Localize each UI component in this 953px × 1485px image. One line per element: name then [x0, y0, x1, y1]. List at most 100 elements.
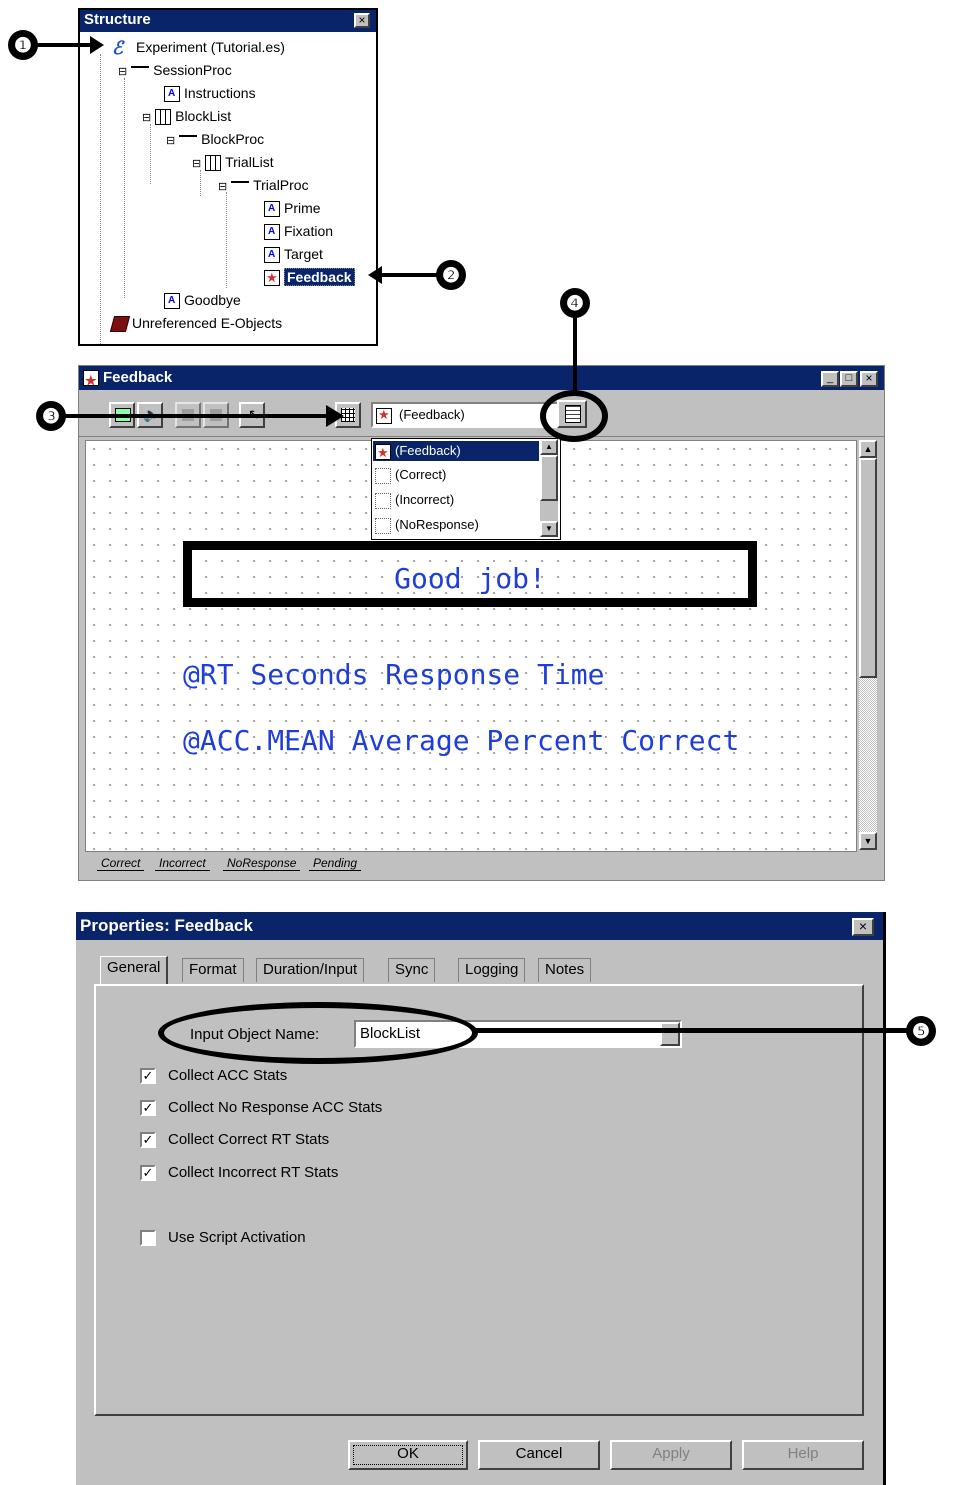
arrowhead-icon: [90, 36, 104, 54]
state-select-value: (Feedback): [399, 407, 465, 422]
tree-item-blocklist[interactable]: ⊟ BlockList: [142, 107, 231, 127]
tab-correct[interactable]: Correct: [97, 856, 145, 871]
structure-close-button[interactable]: ×: [354, 13, 370, 28]
tab-format[interactable]: Format: [182, 958, 244, 982]
tab-label: Format: [189, 961, 237, 978]
tab-label: Notes: [545, 961, 585, 978]
feedback-titlebar: Feedback: [79, 366, 884, 393]
help-button[interactable]: Help: [742, 1440, 864, 1470]
checkbox-use-script-activation[interactable]: [140, 1230, 156, 1246]
scroll-down-button[interactable]: ▼: [859, 832, 877, 850]
tab-pending[interactable]: Pending: [309, 856, 362, 871]
tab-notes[interactable]: Notes: [538, 958, 592, 982]
state-tabs: Correct Incorrect NoResponse Pending: [83, 852, 863, 876]
tree-label: TrialList: [225, 154, 274, 170]
tree-item-experiment[interactable]: ℰ Experiment (Tutorial.es): [112, 38, 285, 57]
tab-sync[interactable]: Sync: [388, 958, 436, 982]
list-icon: [155, 109, 172, 126]
checkbox-label[interactable]: Collect No Response ACC Stats: [168, 1099, 382, 1116]
tree-item-fixation[interactable]: Fixation: [264, 222, 333, 241]
checkbox-collect-correct-rt[interactable]: ✓: [140, 1132, 156, 1148]
tree-item-triallist[interactable]: ⊟ TrialList: [192, 153, 274, 173]
callout-arrow-2: [380, 273, 438, 277]
close-icon: ×: [865, 371, 873, 385]
tree-item-sessionproc[interactable]: ⊟ SessionProc: [118, 61, 232, 81]
close-button[interactable]: ×: [860, 371, 878, 387]
up-arrow-icon: ▲: [863, 444, 873, 454]
button-label: OK: [397, 1445, 419, 1462]
checkmark-icon: ✓: [142, 1068, 154, 1083]
tree-item-trialproc[interactable]: ⊟ TrialProc: [218, 176, 309, 196]
checkbox-label[interactable]: Collect ACC Stats: [168, 1067, 287, 1084]
dropdown-scrollbar[interactable]: ▲ ▼: [540, 439, 558, 537]
tree-label: Prime: [284, 200, 321, 216]
textdisplay-icon: [264, 247, 280, 264]
callout-marker-5: ❺: [906, 1016, 936, 1046]
checkbox-collect-noresp-acc[interactable]: ✓: [140, 1100, 156, 1116]
properties-title: Properties: Feedback: [80, 916, 253, 935]
feedback-title: Feedback: [103, 369, 173, 386]
textdisplay-icon: [164, 293, 180, 310]
tree-item-blockproc[interactable]: ⊟ BlockProc: [166, 130, 264, 150]
checkbox-collect-acc[interactable]: ✓: [140, 1068, 156, 1084]
dropdown-option[interactable]: (Incorrect): [373, 490, 539, 510]
dropdown-option[interactable]: (Feedback): [373, 441, 539, 463]
tab-logging[interactable]: Logging: [458, 958, 526, 982]
callout-ellipse-5: [158, 1002, 478, 1064]
tree-item-unreferenced[interactable]: Unreferenced E-Objects: [109, 314, 282, 333]
ok-button[interactable]: OK: [348, 1440, 468, 1470]
tree-item-target[interactable]: Target: [264, 245, 323, 264]
tree-item-feedback[interactable]: Feedback: [264, 268, 355, 287]
slide-state-icon: [375, 517, 391, 534]
tab-noresponse[interactable]: NoResponse: [223, 856, 301, 871]
checkbox-label[interactable]: Collect Incorrect RT Stats: [168, 1164, 338, 1181]
tree-item-instructions[interactable]: Instructions: [164, 84, 256, 103]
dropdown-option[interactable]: (NoResponse): [373, 515, 539, 535]
checkbox-collect-incorrect-rt[interactable]: ✓: [140, 1165, 156, 1181]
dropdown-option-label: (Correct): [395, 467, 447, 482]
structure-title: Structure: [84, 11, 151, 28]
close-icon: ×: [358, 13, 366, 27]
procedure-icon: [179, 135, 198, 145]
tab-label: Sync: [395, 961, 429, 978]
callout-line-5: [474, 1028, 908, 1033]
briefcase-icon: [109, 316, 131, 333]
scroll-down-button[interactable]: ▼: [540, 521, 558, 537]
scroll-up-button[interactable]: ▲: [540, 439, 558, 455]
tab-label: Logging: [465, 961, 519, 978]
properties-close-button[interactable]: ×: [852, 918, 874, 936]
checkbox-label[interactable]: Use Script Activation: [168, 1229, 306, 1246]
structure-titlebar: Structure: [80, 10, 376, 32]
button-label: Cancel: [515, 1445, 563, 1462]
apply-button[interactable]: Apply: [610, 1440, 732, 1470]
tree-item-goodbye[interactable]: Goodbye: [164, 291, 241, 310]
dropdown-option[interactable]: (Correct): [373, 465, 539, 485]
callout-marker-1: ❶: [8, 30, 38, 60]
dropdown-option-label: (Incorrect): [395, 492, 455, 507]
vertical-scrollbar[interactable]: ▲ ▼: [859, 440, 877, 850]
tree-label: SessionProc: [153, 62, 232, 78]
tree-label: Goodbye: [184, 292, 241, 308]
acc-text[interactable]: @ACC.MEAN Average Percent Correct: [183, 724, 739, 757]
scroll-up-button[interactable]: ▲: [859, 440, 877, 458]
good-job-textbox[interactable]: Good job!: [183, 541, 757, 607]
dropdown-button[interactable]: [660, 1022, 680, 1046]
tab-general[interactable]: General: [100, 956, 169, 984]
tab-duration-input[interactable]: Duration/Input: [256, 958, 365, 982]
tab-incorrect[interactable]: Incorrect: [155, 856, 210, 871]
tree-label: TrialProc: [253, 177, 309, 193]
scroll-thumb[interactable]: [540, 455, 558, 501]
tree-item-prime[interactable]: Prime: [264, 199, 321, 218]
state-select[interactable]: (Feedback): [371, 402, 561, 428]
minimize-button[interactable]: _: [821, 371, 839, 387]
callout-line-4: [573, 316, 577, 396]
checkbox-label[interactable]: Collect Correct RT Stats: [168, 1131, 329, 1148]
cancel-button[interactable]: Cancel: [478, 1440, 600, 1470]
rt-text[interactable]: @RT Seconds Response Time: [183, 658, 604, 691]
tree-label: Feedback: [284, 268, 355, 286]
minimize-icon: _: [826, 372, 834, 384]
slide-state-icon: [375, 467, 391, 484]
maximize-button[interactable]: □: [840, 371, 858, 387]
structure-panel: Structure × ℰ Experiment (Tutorial.es) ⊟ …: [78, 8, 378, 346]
scroll-thumb[interactable]: [859, 458, 877, 678]
